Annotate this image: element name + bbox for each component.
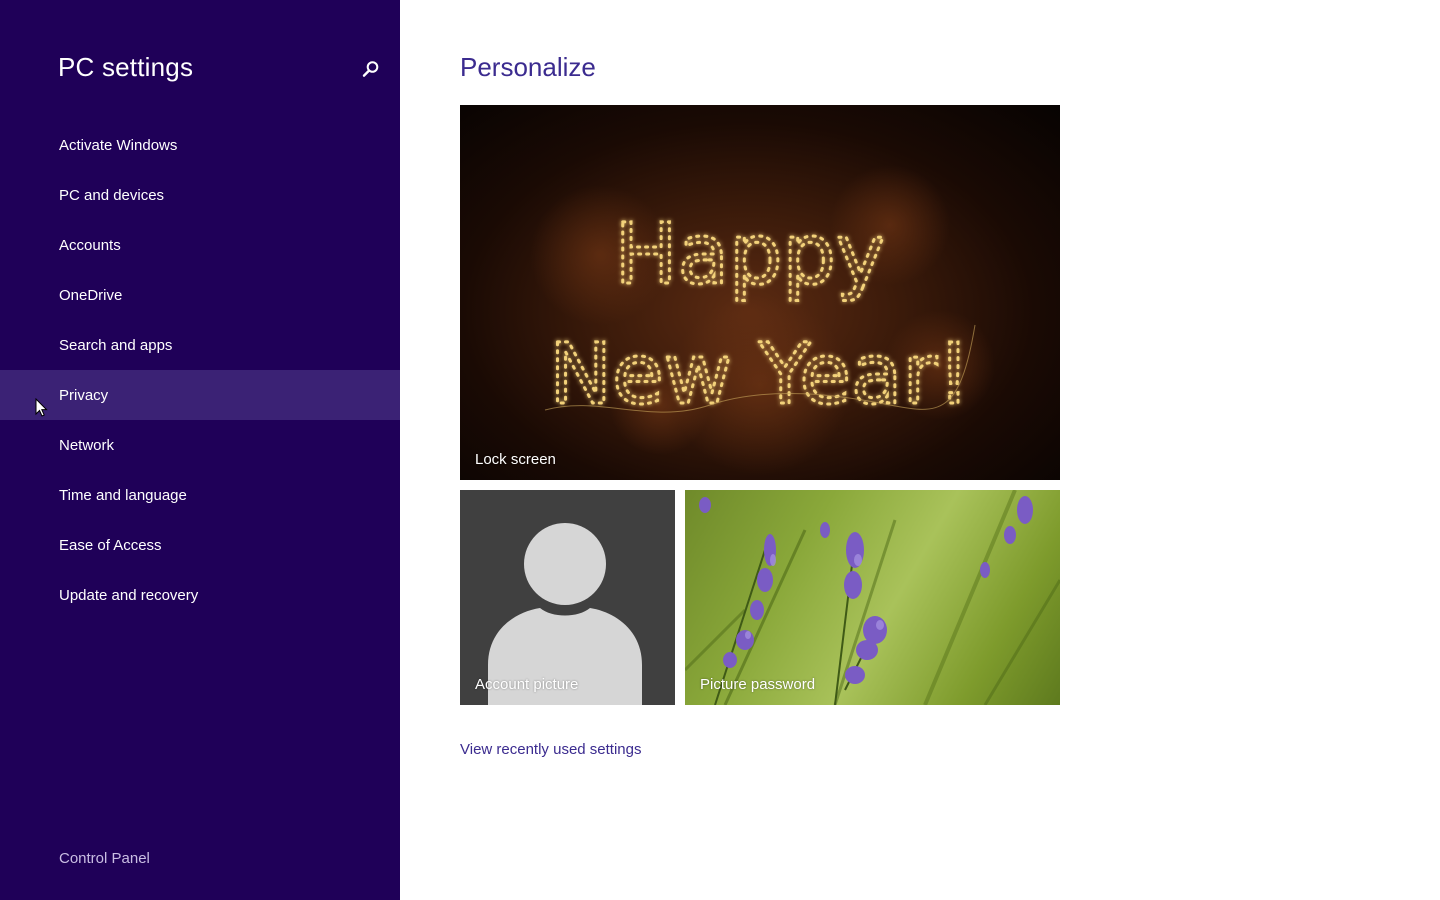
sidebar-item-label: Accounts — [59, 236, 121, 254]
sidebar-item-time-and-language[interactable]: Time and language — [0, 470, 400, 520]
sidebar-item-update-and-recovery[interactable]: Update and recovery — [0, 570, 400, 620]
sidebar-item-label: Search and apps — [59, 336, 173, 354]
sidebar-item-label: Privacy — [59, 386, 109, 404]
lock-screen-label: Lock screen — [475, 451, 556, 468]
control-panel-link[interactable]: Control Panel — [59, 850, 150, 867]
search-icon — [362, 61, 379, 77]
picture-password-image — [685, 490, 1060, 705]
sidebar-item-label: PC and devices — [59, 186, 165, 204]
sidebar-item-label: Time and language — [59, 486, 187, 504]
picture-password-tile[interactable]: Picture password — [685, 490, 1060, 705]
sidebar-item-onedrive[interactable]: OneDrive — [0, 270, 400, 320]
sidebar-item-ease-of-access[interactable]: Ease of Access — [0, 520, 400, 570]
picture-password-label: Picture password — [700, 676, 816, 693]
sidebar-item-network[interactable]: Network — [0, 420, 400, 470]
sidebar-item-privacy[interactable]: Privacy — [0, 370, 400, 420]
sidebar-item-accounts[interactable]: Accounts — [0, 220, 400, 270]
lock-screen-image: Happy New Year! — [530, 165, 995, 475]
user-avatar-icon — [488, 523, 642, 705]
lock-screen-tile[interactable]: Happy New Year! Lock screen — [460, 105, 1060, 480]
sidebar-nav: Activate Windows PC and devices Accounts… — [0, 120, 400, 620]
search-button[interactable] — [358, 58, 382, 82]
sidebar-item-label: Ease of Access — [59, 536, 162, 554]
sidebar: PC settings Activate Windows PC and devi… — [0, 0, 400, 900]
account-picture-label: Account picture — [475, 676, 579, 693]
view-recently-used-settings-link[interactable]: View recently used settings — [460, 741, 642, 758]
sidebar-item-label: Activate Windows — [59, 136, 178, 154]
sidebar-item-label: OneDrive — [59, 286, 123, 304]
sidebar-title: PC settings — [58, 52, 194, 82]
main-content: Personalize Happy New Year! Lock screen … — [400, 0, 1440, 900]
sidebar-item-activate-windows[interactable]: Activate Windows — [0, 120, 400, 170]
sidebar-item-label: Update and recovery — [59, 586, 199, 604]
lock-art-text-line1: Happy — [615, 205, 886, 303]
account-picture-tile[interactable]: Account picture — [460, 490, 675, 705]
page-title: Personalize — [460, 52, 596, 82]
sidebar-item-search-and-apps[interactable]: Search and apps — [0, 320, 400, 370]
sidebar-item-pc-and-devices[interactable]: PC and devices — [0, 170, 400, 220]
sidebar-item-label: Network — [59, 436, 115, 454]
pc-settings-window: PC settings Activate Windows PC and devi… — [0, 0, 1440, 900]
